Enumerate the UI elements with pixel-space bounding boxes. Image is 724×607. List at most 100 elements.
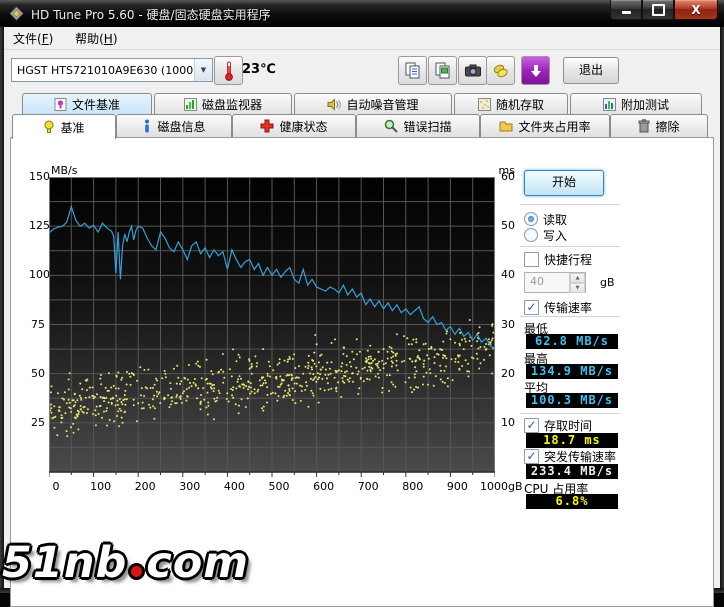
copy-text-button[interactable] [398,56,427,85]
drive-select[interactable]: HGST HTS721010A9E630 (1000 gB) ▼ [11,58,213,82]
short-stroke-spinner[interactable]: 40 ▲▼ [524,272,586,293]
maximize-icon [652,4,665,16]
burst-rate-value: 233.4 MB/s [526,464,618,479]
spinner-up-icon[interactable]: ▲ [570,273,585,283]
donate-icon [492,62,510,80]
tab-benchmark[interactable]: 基准 [12,114,116,139]
drive-select-value: HGST HTS721010A9E630 (1000 gB) [12,64,194,77]
file-benchmark-icon [54,98,67,111]
plot-area [49,177,495,481]
random-access-icon [478,98,491,111]
benchmark-bulb-icon [43,120,55,134]
access-time-checkbox[interactable]: ✓ 存取时间 [524,418,592,432]
x-axis-tick: 0 [34,480,78,493]
speaker-icon [327,98,341,111]
x-axis-tick: 600 [302,480,346,493]
app-icon [9,6,24,21]
write-radio[interactable]: 写入 [524,228,567,242]
left-axis-tick: 100 [29,268,45,281]
radio-selected-icon [524,212,538,226]
checkbox-checked-icon: ✓ [524,449,539,464]
avg-value: 100.3 MB/s [526,393,618,408]
temperature-value: 23℃ [242,62,276,77]
update-button[interactable] [521,56,550,85]
donate-button[interactable] [486,56,515,85]
menu-bar: 文件(F) 帮助(H) [4,27,720,50]
right-axis-tick: 50 [501,219,515,232]
spinner-down-icon[interactable]: ▼ [570,283,585,293]
x-axis-tick: 100 [79,480,123,493]
left-axis-tick: 25 [29,416,45,429]
screenshot-button[interactable] [458,56,487,85]
copy-image-icon [434,62,452,80]
short-stroke-checkbox[interactable]: 快捷行程 [524,252,592,266]
x-axis-tick: 500 [257,480,301,493]
benchmark-page: MB/s ms 15012510075502560504030201001002… [10,137,714,607]
chevron-down-icon: ▼ [194,59,212,81]
max-value: 134.9 MB/s [526,364,618,379]
benchmark-chart: MB/s ms 15012510075502560504030201001002… [29,164,521,514]
tab-aam[interactable]: 自动噪音管理 [294,93,452,114]
temperature-button[interactable] [214,56,243,85]
tab-erase[interactable]: 擦除 [610,114,708,137]
thermometer-icon [224,61,234,81]
right-axis-tick: 30 [501,318,515,331]
window-title: HD Tune Pro 5.60 - 硬盘/固态硬盘实用程序 [31,6,271,23]
left-axis-tick: 50 [29,367,45,380]
x-axis-tick: 900 [435,480,479,493]
minimize-icon [622,11,631,14]
x-axis-tick: 700 [346,480,390,493]
close-button[interactable]: X [674,0,718,20]
spinner-unit: gB [600,276,615,289]
tab-extra-tests[interactable]: 附加测试 [570,93,702,114]
copy-image-button[interactable] [428,56,457,85]
checkbox-checked-icon: ✓ [524,300,539,315]
tab-random-access[interactable]: 随机存取 [454,93,568,114]
right-axis-tick: 40 [501,268,515,281]
min-value: 62.8 MB/s [526,334,618,349]
trash-icon [638,119,650,133]
exit-button[interactable]: 退出 [563,57,619,84]
menu-help[interactable]: 帮助(H) [66,27,126,50]
tab-folder-usage[interactable]: 文件夹占用率 [480,114,610,137]
tab-file-benchmark[interactable]: 文件基准 [22,93,152,114]
access-time-value: 18.7 ms [526,433,618,448]
tab-health[interactable]: 健康状态 [232,114,356,137]
right-axis-tick: 60 [501,170,515,183]
menu-file[interactable]: 文件(F) [4,27,62,50]
camera-icon [464,62,482,80]
tab-disk-info[interactable]: 磁盘信息 [116,114,232,137]
burst-rate-checkbox[interactable]: ✓ 突发传输速率 [524,449,616,463]
x-axis-tick: 300 [168,480,212,493]
checkbox-checked-icon: ✓ [524,418,539,433]
start-button[interactable]: 开始 [524,170,604,196]
info-icon [142,119,152,133]
maximize-button[interactable] [642,0,674,20]
spinner-value: 40 [525,273,569,292]
close-icon: X [691,3,700,17]
transfer-rate-checkbox[interactable]: ✓ 传输速率 [524,300,592,314]
tab-error-scan[interactable]: 错误扫描 [356,114,480,137]
x-axis-tick: 200 [123,480,167,493]
disk-monitor-icon [184,98,197,111]
outer-tab-strip: 文件基准 磁盘监视器 自动噪音管理 随机存取 附加测试 [4,93,720,114]
right-axis-tick: 20 [501,367,515,380]
read-radio[interactable]: 读取 [524,212,567,226]
left-axis-unit: MB/s [51,164,77,177]
magnifier-icon [384,119,398,133]
x-axis-tick: 400 [212,480,256,493]
window-border-right [720,27,724,593]
toolbar: HGST HTS721010A9E630 (1000 gB) ▼ 23℃ [4,50,720,90]
cpu-value: 6.8% [526,494,618,509]
watermark: 51nbcom [2,538,249,588]
x-axis-tick: 800 [391,480,435,493]
watermark-dot-icon [131,566,142,577]
window-body: 文件(F) 帮助(H) HGST HTS721010A9E630 (1000 g… [4,27,720,588]
folder-icon [499,120,513,132]
title-bar: HD Tune Pro 5.60 - 硬盘/固态硬盘实用程序 X [0,0,724,27]
tab-disk-monitor[interactable]: 磁盘监视器 [154,93,292,114]
minimize-button[interactable] [610,0,642,20]
left-axis-tick: 150 [29,170,45,183]
radio-unselected-icon [524,228,538,242]
extra-tests-icon [603,98,616,111]
